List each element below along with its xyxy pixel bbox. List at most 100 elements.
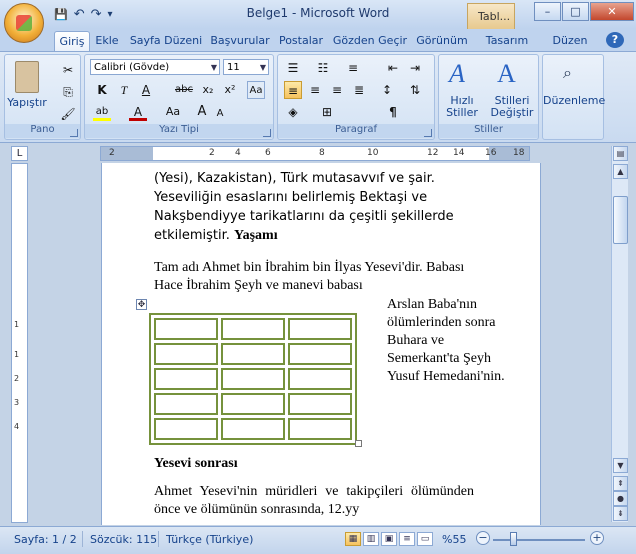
redo-icon[interactable]: ↷: [91, 7, 102, 22]
tab-selector[interactable]: L: [11, 146, 28, 161]
paste-button[interactable]: Yapıştır: [5, 97, 49, 109]
table-cell[interactable]: [221, 393, 285, 415]
quick-styles-button[interactable]: Hızlı Stiller: [439, 95, 485, 119]
grow-font-button[interactable]: A: [193, 103, 211, 121]
strikethrough-button[interactable]: abc: [173, 81, 195, 99]
zoom-slider-thumb[interactable]: [510, 532, 517, 546]
quick-styles-icon[interactable]: A: [449, 59, 465, 89]
table-resize-handle[interactable]: [355, 440, 362, 447]
tab-giris[interactable]: Giriş: [54, 31, 90, 52]
language-status[interactable]: Türkçe (Türkiye): [166, 533, 253, 546]
vertical-ruler[interactable]: 1 1 2 3 4: [11, 163, 28, 523]
borders-icon[interactable]: ⊞: [318, 103, 336, 121]
copy-icon[interactable]: ⎘: [59, 83, 77, 101]
italic-button[interactable]: T: [115, 81, 133, 99]
table-cell[interactable]: [288, 393, 352, 415]
highlight-button[interactable]: ab: [93, 103, 111, 121]
vertical-scrollbar[interactable]: ▤ ▲ ▼ ⇞ ● ⇟: [611, 146, 628, 522]
tab-duzen[interactable]: Düzen: [548, 31, 592, 51]
tab-tasarim[interactable]: Tasarım: [480, 31, 534, 51]
scroll-down-icon[interactable]: ▼: [613, 458, 628, 473]
table-cell[interactable]: [154, 418, 218, 440]
change-case-button[interactable]: Aa: [161, 103, 185, 121]
paragraph-launcher-icon[interactable]: [424, 129, 432, 137]
tab-sayfa-duzeni[interactable]: Sayfa Düzeni: [128, 31, 204, 51]
full-screen-reading-icon[interactable]: ▥: [363, 532, 379, 546]
page-count[interactable]: Sayfa: 1 / 2: [14, 533, 77, 546]
table-cell[interactable]: [154, 343, 218, 365]
align-center-button[interactable]: ≡: [306, 81, 324, 99]
horizontal-ruler[interactable]: 2 2 4 6 8 10 12 14 16 18: [100, 146, 530, 161]
table-cell[interactable]: [154, 318, 218, 340]
minimize-button[interactable]: –: [534, 2, 561, 21]
table-cell[interactable]: [221, 343, 285, 365]
tab-gozden-gecir[interactable]: Gözden Geçir: [330, 31, 410, 51]
table-cell[interactable]: [154, 368, 218, 390]
font-name-combo[interactable]: Calibri (Gövde) ▼: [90, 59, 220, 75]
outline-view-icon[interactable]: ≡: [399, 532, 415, 546]
table-cell[interactable]: [288, 418, 352, 440]
table-cell[interactable]: [154, 393, 218, 415]
sort-icon[interactable]: ⇅: [406, 81, 424, 99]
table-cell[interactable]: [288, 368, 352, 390]
browse-object-icon[interactable]: ●: [613, 491, 628, 506]
help-icon[interactable]: ?: [606, 32, 624, 48]
word-count[interactable]: Sözcük: 115: [90, 533, 157, 546]
multilevel-list-icon[interactable]: ≡: [344, 59, 362, 77]
document-page[interactable]: (Yesi), Kazakistan), Türk mutasavvıf ve …: [101, 163, 541, 525]
draft-view-icon[interactable]: ▭: [417, 532, 433, 546]
numbering-icon[interactable]: ☷: [314, 59, 332, 77]
scroll-thumb[interactable]: [613, 196, 628, 244]
zoom-slider[interactable]: [493, 539, 585, 541]
shrink-font-button[interactable]: A: [211, 105, 229, 123]
align-left-button[interactable]: ≡: [284, 81, 302, 99]
office-button[interactable]: [4, 3, 44, 43]
web-layout-icon[interactable]: ▣: [381, 532, 397, 546]
change-styles-button[interactable]: Stilleri Değiştir: [485, 95, 539, 119]
font-color-button[interactable]: A: [129, 103, 147, 121]
previous-page-icon[interactable]: ⇞: [613, 476, 628, 491]
scroll-up-icon[interactable]: ▲: [613, 164, 628, 179]
subscript-button[interactable]: x₂: [199, 81, 217, 99]
clipboard-launcher-icon[interactable]: [70, 129, 78, 137]
align-right-button[interactable]: ≡: [328, 81, 346, 99]
undo-icon[interactable]: ↶: [74, 7, 85, 22]
qat-customize-icon[interactable]: ▾: [108, 9, 113, 20]
cut-icon[interactable]: ✂: [59, 61, 77, 79]
bullets-icon[interactable]: ☰: [284, 59, 302, 77]
tab-gorunum[interactable]: Görünüm: [414, 31, 470, 51]
show-formatting-button[interactable]: ¶: [384, 103, 402, 121]
underline-button[interactable]: A: [137, 81, 155, 99]
table-cell[interactable]: [288, 343, 352, 365]
table-cell[interactable]: [221, 368, 285, 390]
bold-button[interactable]: K: [93, 81, 111, 99]
table-cell[interactable]: [221, 418, 285, 440]
table-move-handle-icon[interactable]: ✥: [136, 299, 147, 310]
tab-ekle[interactable]: Ekle: [92, 31, 122, 51]
format-painter-icon[interactable]: 🖌: [59, 105, 77, 123]
maximize-button[interactable]: □: [562, 2, 589, 21]
increase-indent-icon[interactable]: ⇥: [406, 59, 424, 77]
ruler-toggle-icon[interactable]: ▤: [613, 146, 628, 161]
change-styles-icon[interactable]: A: [497, 59, 516, 89]
line-spacing-icon[interactable]: ↕: [378, 81, 396, 99]
table-tools-context-tab[interactable]: Tabl...: [467, 3, 515, 29]
justify-button[interactable]: ≣: [350, 81, 368, 99]
next-page-icon[interactable]: ⇟: [613, 506, 628, 521]
table-cell[interactable]: [288, 318, 352, 340]
tab-basvurular[interactable]: Başvurular: [208, 31, 272, 51]
table-cell[interactable]: [221, 318, 285, 340]
decrease-indent-icon[interactable]: ⇤: [384, 59, 402, 77]
paste-icon[interactable]: [15, 61, 39, 93]
save-icon[interactable]: 💾: [54, 8, 68, 21]
font-size-combo[interactable]: 11 ▼: [223, 59, 269, 75]
clear-format-icon[interactable]: Aa: [247, 81, 265, 99]
close-button[interactable]: ✕: [590, 2, 634, 21]
superscript-button[interactable]: x²: [221, 81, 239, 99]
tab-postalar[interactable]: Postalar: [276, 31, 326, 51]
editing-button[interactable]: Düzenleme: [543, 95, 605, 107]
binoculars-icon[interactable]: ⌕: [563, 63, 572, 83]
zoom-level[interactable]: %55: [442, 533, 466, 546]
font-launcher-icon[interactable]: [263, 129, 271, 137]
zoom-in-button[interactable]: +: [590, 531, 604, 545]
